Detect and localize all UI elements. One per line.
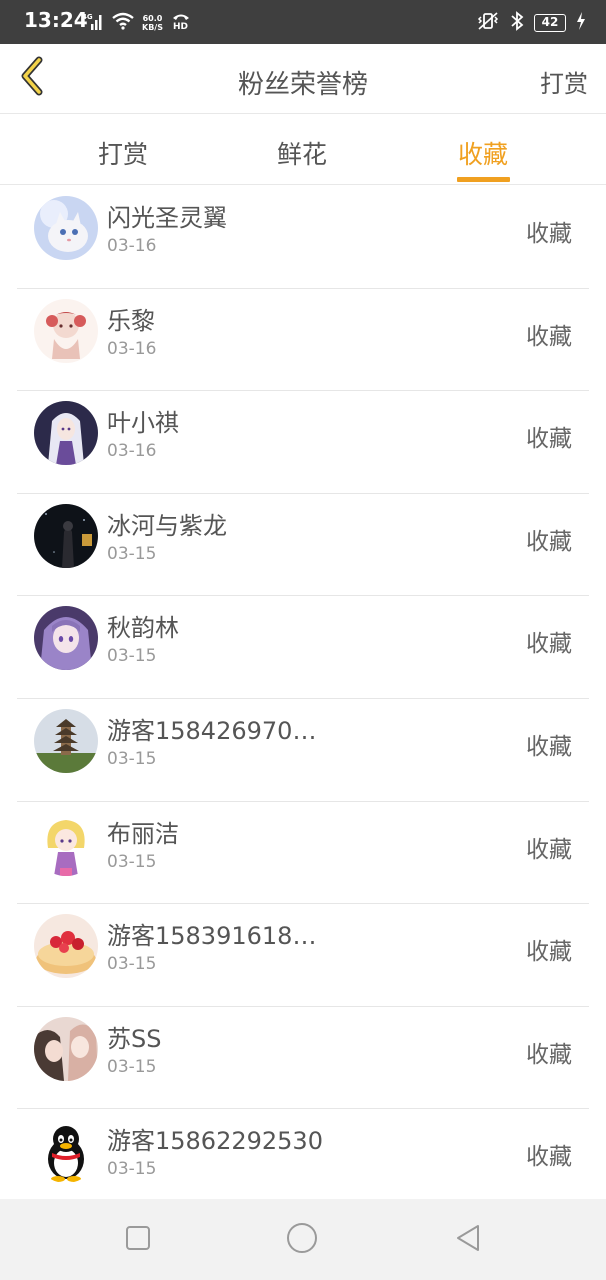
page-title: 粉丝荣誉榜 (237, 70, 368, 100)
chibi-girl-avatar (34, 811, 98, 876)
list-item[interactable]: 游客1583916181... 03-15 收藏 (17, 904, 589, 1007)
active-tab-indicator (457, 177, 510, 182)
action-type: 收藏 (526, 323, 572, 350)
action-date: 03-15 (107, 646, 157, 667)
action-date: 03-15 (107, 543, 157, 564)
network-speed: 60.0 KB/S (142, 14, 163, 32)
purple-hair-avatar (34, 606, 98, 671)
hd-call-icon: HD (171, 12, 191, 34)
cake-avatar (34, 914, 98, 979)
recents-button[interactable] (121, 1223, 155, 1257)
app-header: 粉丝荣誉榜 打赏 (0, 44, 606, 114)
user-name: 秋韵林 (107, 614, 179, 643)
back-nav-button[interactable] (451, 1223, 485, 1257)
charging-icon (576, 12, 586, 34)
cat-avatar (34, 196, 98, 260)
square-icon (125, 1225, 151, 1255)
list-item[interactable]: 游客1584269704... 03-15 收藏 (17, 699, 589, 802)
user-name: 游客1583916181... (107, 922, 329, 951)
action-date: 03-16 (107, 441, 157, 462)
network-type-label: 4G (82, 13, 93, 21)
action-date: 03-15 (107, 954, 157, 975)
action-date: 03-16 (107, 338, 157, 359)
tab-reward[interactable]: 打赏 (98, 135, 148, 171)
fan-list: 闪光圣灵翼 03-16 收藏 乐黎 03-16 收藏 叶小祺 03-16 收藏 … (0, 186, 606, 1212)
user-name: 布丽洁 (107, 819, 179, 848)
bluetooth-icon (510, 11, 524, 35)
anime-girl-avatar (34, 401, 98, 466)
user-name: 冰河与紫龙 (107, 511, 227, 540)
action-type: 收藏 (526, 1041, 572, 1068)
system-nav-bar (0, 1199, 606, 1280)
action-date: 03-15 (107, 748, 157, 769)
list-item[interactable]: 闪光圣灵翼 03-16 收藏 (17, 186, 589, 289)
reward-button[interactable]: 打赏 (540, 64, 588, 99)
qq-penguin-avatar (34, 1119, 98, 1184)
action-date: 03-16 (107, 236, 157, 256)
user-name: 乐黎 (107, 306, 155, 335)
vibrate-icon (476, 11, 500, 35)
user-name: 游客1584269704... (107, 716, 329, 745)
hd-label: HD (173, 22, 188, 30)
list-item[interactable]: 叶小祺 03-16 收藏 (17, 391, 589, 494)
status-time: 13:24 (24, 8, 88, 32)
action-date: 03-15 (107, 851, 157, 872)
dark-figure-avatar (34, 503, 98, 568)
tab-favorites[interactable]: 收藏 (458, 135, 508, 171)
anime-sketch-avatar (34, 298, 98, 363)
action-type: 收藏 (526, 939, 572, 966)
tab-flowers[interactable]: 鲜花 (277, 135, 327, 171)
action-type: 收藏 (526, 528, 572, 555)
pagoda-avatar (34, 708, 98, 773)
list-item[interactable]: 冰河与紫龙 03-15 收藏 (17, 494, 589, 597)
user-name: 叶小祺 (107, 409, 179, 438)
status-bar: 13:24 4G 60.0 KB/S HD 42 (0, 0, 606, 44)
list-item[interactable]: 布丽洁 03-15 收藏 (17, 802, 589, 905)
user-name: 苏SS (107, 1024, 162, 1053)
action-type: 收藏 (526, 1144, 572, 1171)
tab-bar: 打赏 鲜花 收藏 (0, 115, 606, 185)
list-item[interactable]: 秋韵林 03-15 收藏 (17, 596, 589, 699)
action-type: 收藏 (526, 221, 572, 247)
signal-icon: 4G (82, 12, 104, 34)
user-name: 游客15862292530 (107, 1127, 323, 1156)
list-item[interactable]: 苏SS 03-15 收藏 (17, 1007, 589, 1110)
wifi-icon (112, 12, 134, 34)
couple-avatar (34, 1016, 98, 1081)
triangle-back-icon (454, 1223, 482, 1257)
action-type: 收藏 (526, 836, 572, 863)
list-item[interactable]: 游客15862292530 03-15 收藏 (17, 1109, 589, 1212)
home-button[interactable] (285, 1223, 319, 1257)
battery-icon: 42 (534, 14, 566, 32)
action-type: 收藏 (526, 426, 572, 453)
action-date: 03-15 (107, 1056, 157, 1077)
user-name: 闪光圣灵翼 (107, 204, 227, 232)
list-item[interactable]: 乐黎 03-16 收藏 (17, 289, 589, 392)
action-date: 03-15 (107, 1159, 157, 1180)
action-type: 收藏 (526, 733, 572, 760)
circle-icon (286, 1222, 318, 1258)
action-type: 收藏 (526, 631, 572, 658)
